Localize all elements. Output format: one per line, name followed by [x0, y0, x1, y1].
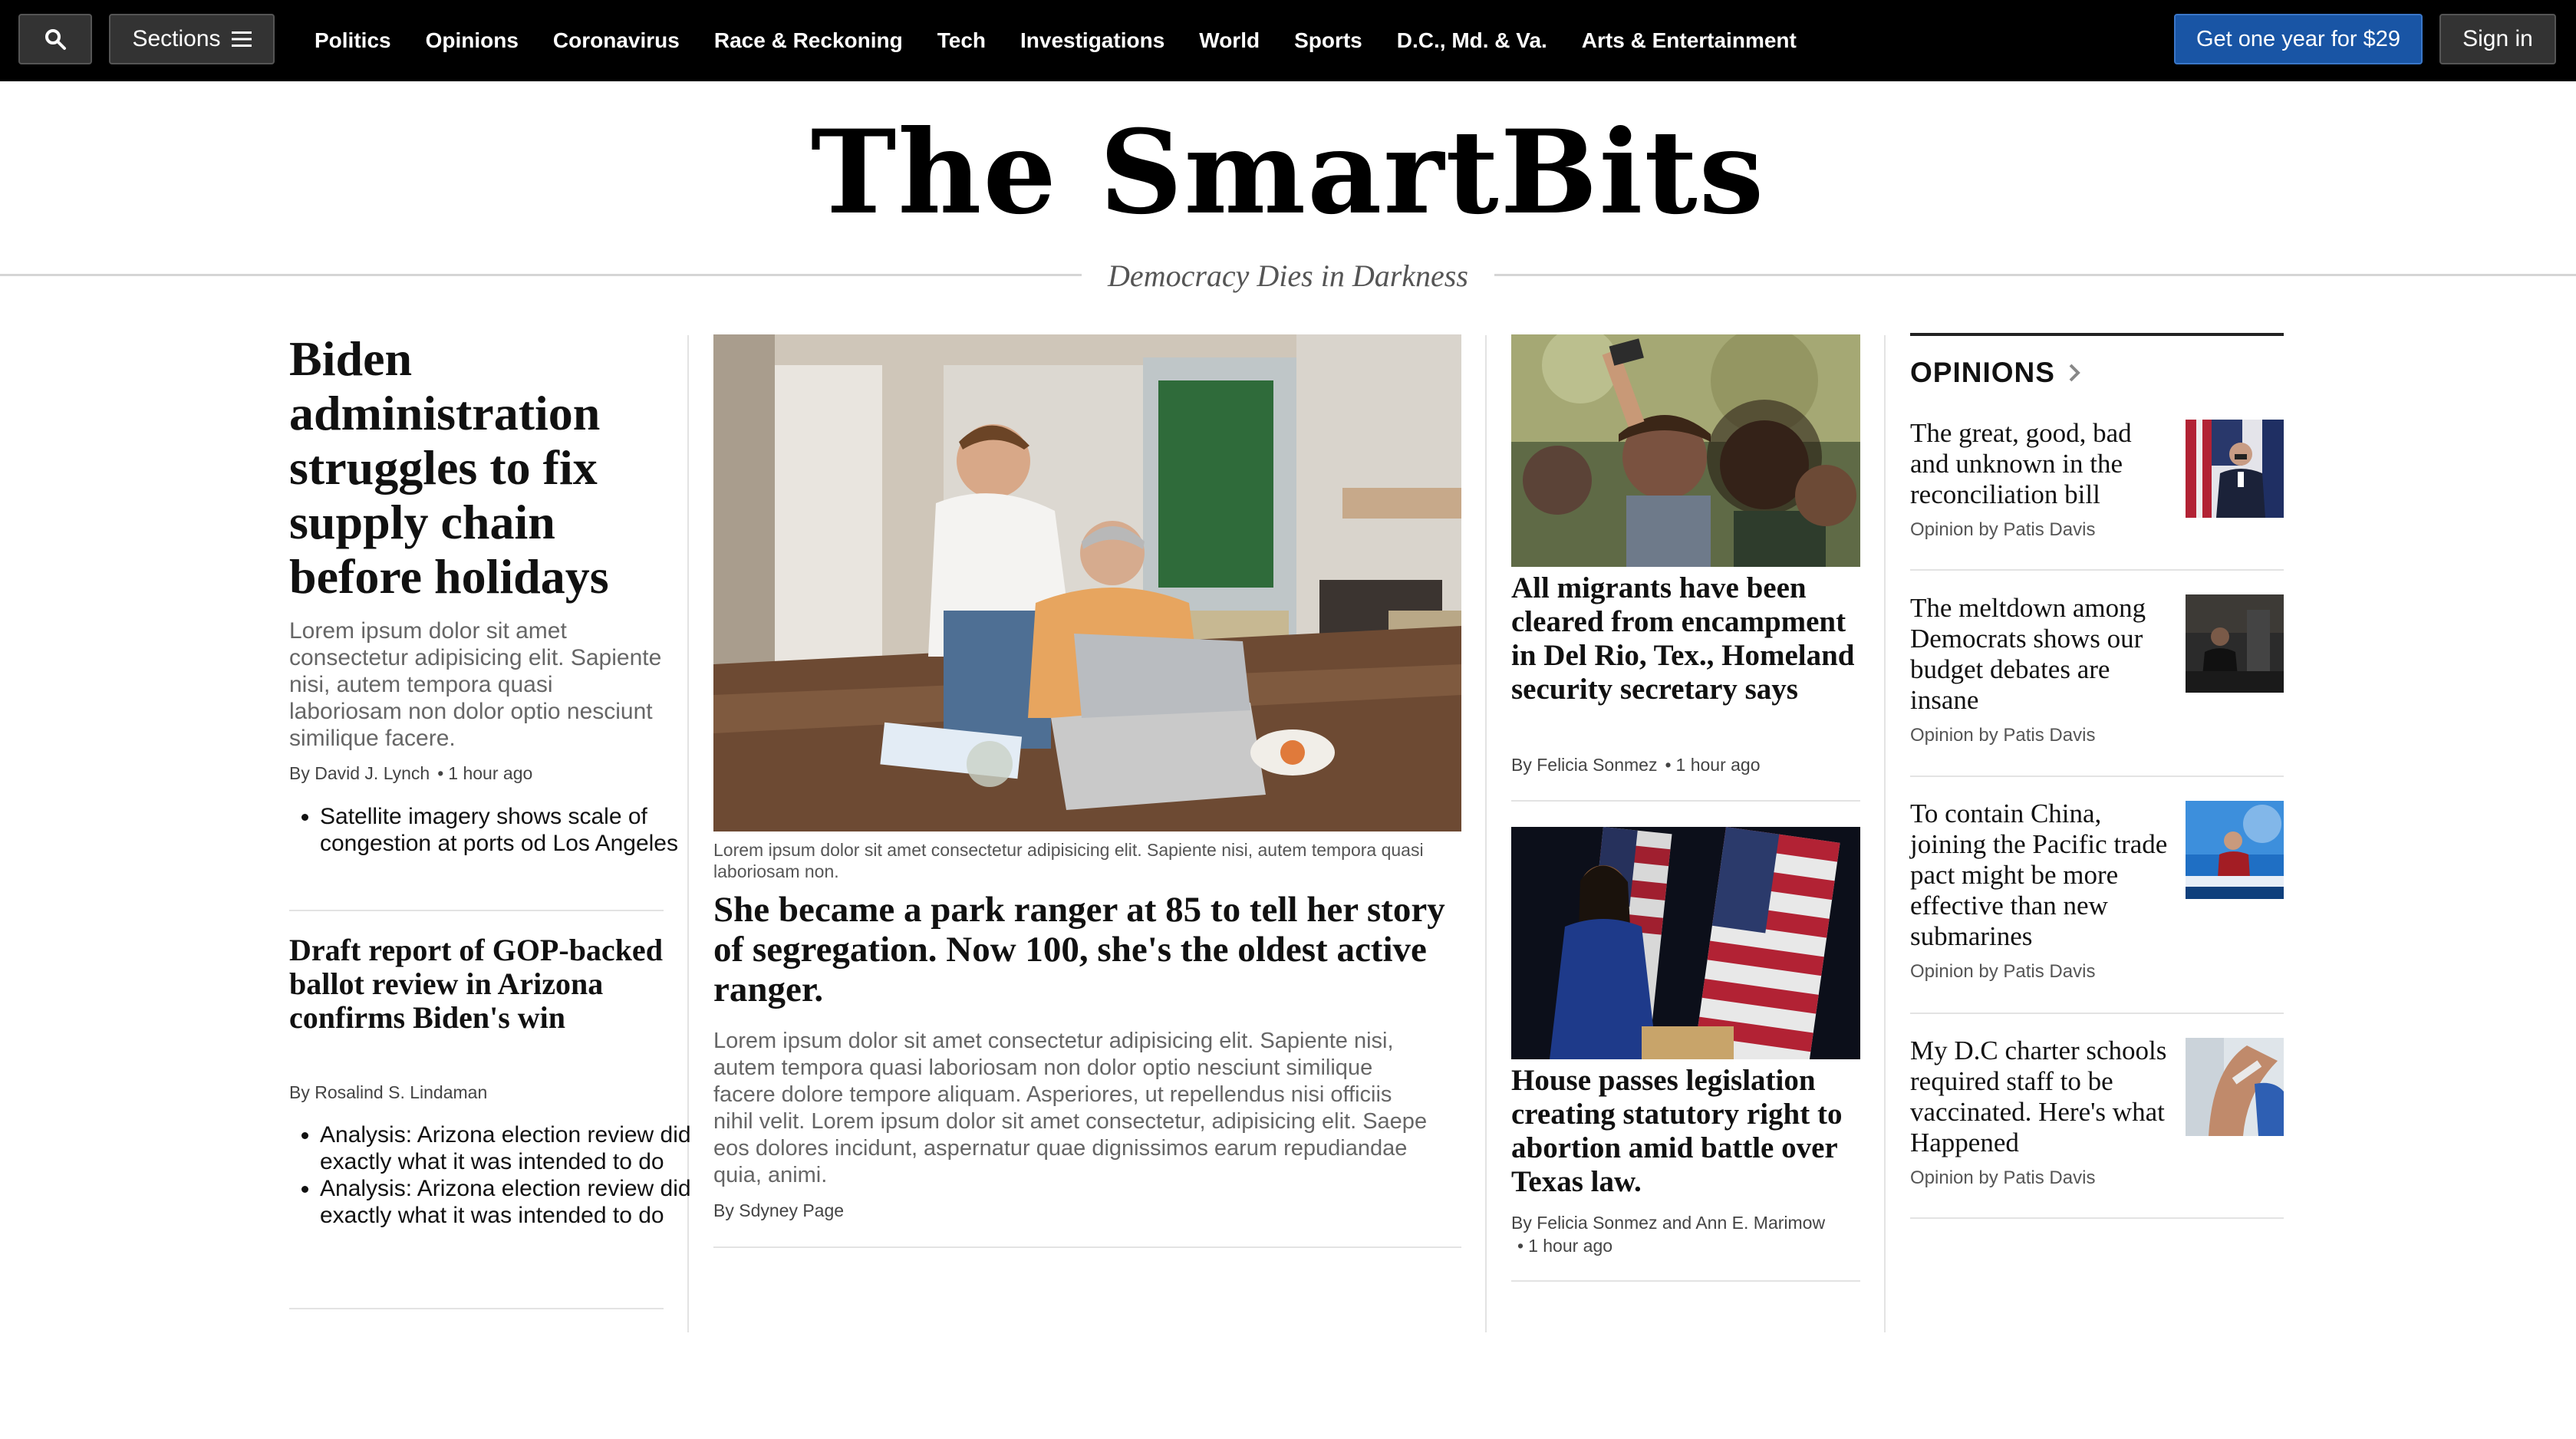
photo-dark-chamber — [2186, 594, 2284, 693]
divider — [713, 1246, 1461, 1248]
related-link[interactable]: Analysis: Arizona election review did ex… — [320, 1175, 696, 1229]
nav-link-sports[interactable]: Sports — [1294, 28, 1362, 53]
related-link[interactable]: Analysis: Arizona election review did ex… — [320, 1121, 696, 1175]
nav-link-politics[interactable]: Politics — [315, 28, 391, 53]
story2-photo[interactable] — [1511, 827, 1860, 1059]
center-headline[interactable]: She became a park ranger at 85 to tell h… — [713, 890, 1461, 1009]
opinion-thumbnail[interactable] — [2186, 420, 2284, 518]
lead-blurb: Lorem ipsum dolor sit amet consectetur a… — [289, 618, 662, 751]
photo-two-men-laptop — [713, 334, 1461, 831]
story1-photo[interactable] — [1511, 334, 1860, 567]
sections-label: Sections — [132, 26, 221, 51]
opinions-title: OPINIONS — [1910, 357, 2055, 388]
second-byline: By Rosalind S. Lindaman — [289, 1081, 673, 1104]
divider — [1910, 1217, 2284, 1219]
photo-crowd-selfie — [1511, 334, 1860, 567]
hamburger-menu-icon — [231, 31, 252, 47]
sections-menu-button[interactable]: Sections — [109, 14, 275, 64]
related-link[interactable]: Satellite imagery shows scale of congest… — [320, 803, 696, 857]
divider — [1511, 1280, 1860, 1282]
opinion-item[interactable]: To contain China, joining the Pacific tr… — [1910, 799, 2171, 983]
search-icon — [45, 29, 66, 50]
nav-link-investigations[interactable]: Investigations — [1020, 28, 1164, 53]
divider — [1910, 1013, 2284, 1014]
timestamp: 1 hour ago — [1528, 1236, 1613, 1256]
lead-byline: By David J. Lynch • 1 hour ago — [289, 763, 533, 783]
author-link[interactable]: By Felicia Sonmez — [1511, 755, 1657, 775]
opinion-thumbnail[interactable] — [2186, 801, 2284, 899]
center-byline: By Sdyney Page — [713, 1199, 1174, 1222]
nav-link-opinions[interactable]: Opinions — [426, 28, 519, 53]
column-divider — [1884, 335, 1886, 1332]
nav-link-dc-md-va[interactable]: D.C., Md. & Va. — [1397, 28, 1547, 53]
divider — [1511, 800, 1860, 802]
opinion-headline[interactable]: My D.C charter schools required staff to… — [1910, 1036, 2171, 1158]
tagline: Democracy Dies in Darkness — [1082, 253, 1494, 299]
story1-headline[interactable]: All migrants have been cleared from enca… — [1511, 571, 1864, 706]
divider — [1910, 569, 2284, 571]
nav-link-tech[interactable]: Tech — [937, 28, 986, 53]
story2-headline[interactable]: House passes legislation creating statut… — [1511, 1064, 1864, 1199]
lead-related-links: Satellite imagery shows scale of congest… — [289, 803, 696, 857]
opinion-item[interactable]: My D.C charter schools required staff to… — [1910, 1036, 2171, 1189]
photo-speaker-podium — [2186, 420, 2284, 518]
opinion-thumbnail[interactable] — [2186, 594, 2284, 693]
story1-byline: By Felicia Sonmez • 1 hour ago — [1511, 755, 1761, 775]
opinion-byline[interactable]: Opinion by Patis Davis — [1910, 961, 2171, 983]
opinions-top-rule — [1910, 333, 2284, 336]
opinion-item[interactable]: The great, good, bad and unknown in the … — [1910, 418, 2171, 541]
lead-story-photo[interactable] — [713, 334, 1461, 831]
timestamp: 1 hour ago — [448, 763, 533, 783]
opinion-headline[interactable]: To contain China, joining the Pacific tr… — [1910, 799, 2171, 952]
photo-speaker-flags — [1511, 827, 1860, 1059]
section-links: Politics Opinions Coronavirus Race & Rec… — [315, 0, 1831, 81]
second-headline[interactable]: Draft report of GOP-backed ballot review… — [289, 934, 665, 1035]
nav-link-race-reckoning[interactable]: Race & Reckoning — [714, 28, 903, 53]
opinion-byline[interactable]: Opinion by Patis Davis — [1910, 725, 2171, 746]
nav-link-coronavirus[interactable]: Coronavirus — [553, 28, 680, 53]
author-link[interactable]: By David J. Lynch — [289, 763, 430, 783]
center-blurb: Lorem ipsum dolor sit amet consectetur a… — [713, 1029, 1428, 1187]
photo-caption: Lorem ipsum dolor sit amet consectetur a… — [713, 840, 1424, 881]
nav-link-world[interactable]: World — [1199, 28, 1260, 53]
opinion-item[interactable]: The meltdown among Democrats shows our b… — [1910, 593, 2171, 746]
search-button[interactable] — [18, 14, 92, 64]
opinion-headline[interactable]: The meltdown among Democrats shows our b… — [1910, 593, 2171, 716]
story2-byline: By Felicia Sonmez and Ann E. Marimow • 1 h… — [1511, 1213, 1826, 1256]
opinion-headline[interactable]: The great, good, bad and unknown in the … — [1910, 418, 2171, 510]
photo-vaccination — [2186, 1038, 2284, 1136]
column-divider — [1485, 335, 1487, 1332]
divider — [1910, 775, 2284, 777]
opinions-section-title[interactable]: OPINIONS — [1910, 357, 2081, 389]
opinion-byline[interactable]: Opinion by Patis Davis — [1910, 519, 2171, 541]
divider — [289, 910, 664, 911]
masthead-logo[interactable]: The SmartBits — [0, 107, 2576, 238]
subscribe-button[interactable]: Get one year for $29 — [2174, 14, 2423, 64]
author-link[interactable]: By Felicia Sonmez and Ann E. Marimow — [1511, 1213, 1825, 1233]
divider — [289, 1308, 664, 1309]
second-related-links: Analysis: Arizona election review did ex… — [289, 1121, 696, 1229]
author-link[interactable]: By Rosalind S. Lindaman — [289, 1082, 487, 1102]
chevron-right-icon — [2069, 364, 2080, 382]
timestamp: 1 hour ago — [1675, 755, 1761, 775]
author-link[interactable]: By Sdyney Page — [713, 1200, 844, 1220]
lead-headline[interactable]: Biden administration struggles to fix su… — [289, 331, 665, 604]
opinion-byline[interactable]: Opinion by Patis Davis — [1910, 1167, 2171, 1189]
opinion-thumbnail[interactable] — [2186, 1038, 2284, 1136]
nav-link-arts-entertainment[interactable]: Arts & Entertainment — [1582, 28, 1797, 53]
photo-news-broadcast — [2186, 801, 2284, 899]
top-navigation-bar: Sections Politics Opinions Coronavirus R… — [0, 0, 2576, 81]
sign-in-button[interactable]: Sign in — [2439, 14, 2556, 64]
